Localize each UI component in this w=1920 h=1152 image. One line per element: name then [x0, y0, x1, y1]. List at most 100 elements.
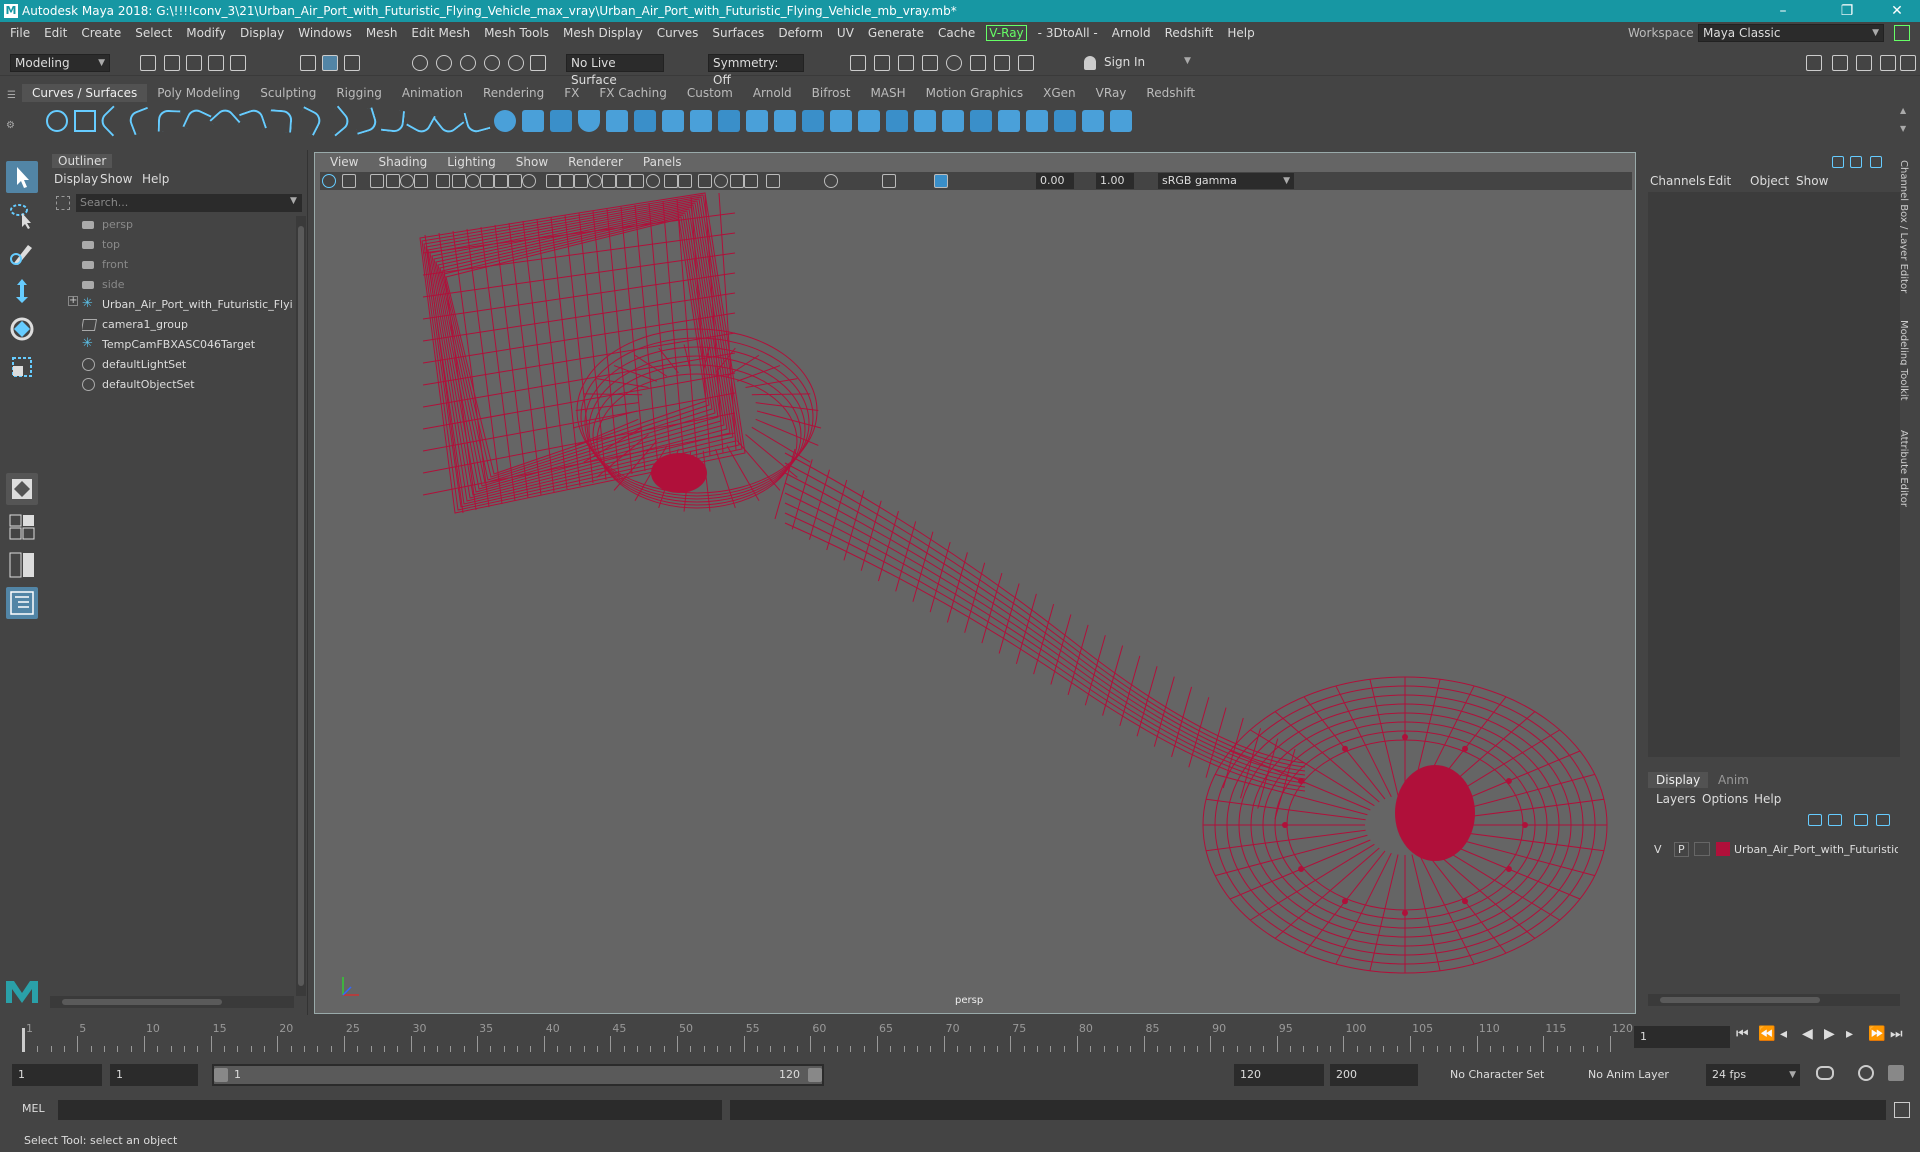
menu-mesh[interactable]: Mesh [359, 26, 405, 40]
resolution-gate-icon[interactable] [466, 174, 480, 188]
motion-blur-icon[interactable] [646, 174, 660, 188]
redo-icon[interactable] [230, 55, 246, 71]
snap-grid-icon[interactable] [412, 55, 428, 71]
viewport-menu-view[interactable]: View [320, 155, 368, 171]
stitch-icon[interactable] [1026, 110, 1048, 132]
field-chart-icon[interactable] [494, 174, 508, 188]
curve-project-icon[interactable] [463, 107, 491, 135]
insert-isoparm-icon[interactable] [942, 110, 964, 132]
viewport-menu-lighting[interactable]: Lighting [437, 155, 506, 171]
nurbs-cube-icon[interactable] [522, 110, 544, 132]
xray-active-icon[interactable] [744, 174, 758, 188]
snap-curve-icon[interactable] [436, 55, 452, 71]
menu-display[interactable]: Display [233, 26, 291, 40]
sign-in-button[interactable]: Sign In ▼ [1084, 54, 1196, 72]
playback-end-field[interactable]: 120 [1234, 1064, 1324, 1086]
four-layout-icon[interactable] [6, 511, 38, 543]
outliner-vertical-scrollbar[interactable] [296, 216, 306, 996]
channel-menu-show[interactable]: Show [1796, 174, 1828, 188]
mode-dropdown[interactable]: Modeling ▼ [10, 54, 110, 72]
rebuild-surface-icon[interactable] [998, 110, 1020, 132]
menu-file[interactable]: File [3, 26, 37, 40]
outliner-item-defaultlightset[interactable]: defaultLightSet [82, 356, 292, 374]
shelf-tab-arnold[interactable]: Arnold [743, 84, 802, 102]
shelf-tab-poly-modeling[interactable]: Poly Modeling [147, 84, 250, 102]
new-layer-icon[interactable] [1854, 814, 1868, 826]
birail-icon[interactable] [774, 110, 796, 132]
menu-edit-mesh[interactable]: Edit Mesh [404, 26, 477, 40]
pencil-curve-icon[interactable] [126, 106, 156, 136]
menu-mesh-tools[interactable]: Mesh Tools [477, 26, 556, 40]
anim-layer-dropdown[interactable]: No Anim Layer [1582, 1064, 1698, 1086]
range-end-thumb[interactable] [808, 1068, 822, 1082]
channel-menu-channels[interactable]: Channels [1650, 174, 1706, 188]
minimize-button[interactable]: – [1760, 0, 1806, 22]
hypershade-icon[interactable] [946, 55, 962, 71]
grid-icon[interactable] [436, 174, 450, 188]
colorspace-dropdown[interactable]: sRGB gamma ▼ [1158, 173, 1294, 189]
isolate-icon[interactable] [698, 174, 712, 188]
shelf-tab-redshift[interactable]: Redshift [1136, 84, 1205, 102]
script-editor-icon[interactable] [1894, 1102, 1910, 1118]
play-back-icon[interactable]: ◀ [1802, 1026, 1813, 1042]
shelf-tab-custom[interactable]: Custom [677, 84, 743, 102]
exposure-field[interactable]: 0.00 [1036, 173, 1074, 189]
command-input[interactable] [58, 1100, 722, 1120]
shelf-tab-fx-caching[interactable]: FX Caching [589, 84, 676, 102]
scale-tool-icon[interactable] [6, 351, 38, 383]
gamma-field[interactable]: 1.00 [1096, 173, 1134, 189]
channel-menu-object[interactable]: Object [1750, 174, 1789, 188]
menu-edit[interactable]: Edit [37, 26, 74, 40]
new-scene-icon[interactable] [140, 55, 156, 71]
untrim-icon[interactable] [914, 110, 936, 132]
shelf-scroll-up-icon[interactable]: ▲ [1900, 106, 1906, 115]
color-manage-icon[interactable] [934, 174, 948, 188]
menu-create[interactable]: Create [74, 26, 128, 40]
maximize-button[interactable]: ❐ [1824, 0, 1870, 22]
wireframe-icon[interactable] [546, 174, 560, 188]
outliner-item-camera1-group[interactable]: camera1_group [82, 316, 292, 334]
shelf-tab-rendering[interactable]: Rendering [473, 84, 554, 102]
boundary-icon[interactable] [802, 110, 824, 132]
menu-mesh-display[interactable]: Mesh Display [556, 26, 650, 40]
select-object-icon[interactable] [322, 55, 338, 71]
snap-projected-icon[interactable] [484, 55, 500, 71]
pin-icon[interactable] [1870, 156, 1882, 168]
display-mode-icon[interactable] [1832, 156, 1844, 168]
menu-help[interactable]: Help [1220, 26, 1261, 40]
snap-point-icon[interactable] [460, 55, 476, 71]
outliner-menu-show[interactable]: Show [100, 172, 132, 186]
editor-icon[interactable] [1850, 156, 1862, 168]
new-layer-selected-icon[interactable] [1876, 814, 1890, 826]
menu-uv[interactable]: UV [830, 26, 861, 40]
layer-horizontal-scrollbar[interactable] [1648, 994, 1900, 1006]
current-frame-field[interactable]: 1 [1634, 1026, 1730, 1048]
lights-icon[interactable] [602, 174, 616, 188]
shelf-handle[interactable]: ☰ ⚙ [0, 80, 20, 140]
nurbs-plane-icon[interactable] [606, 110, 628, 132]
render-view-icon[interactable] [850, 55, 866, 71]
layer-menu-layers[interactable]: Layers [1656, 792, 1696, 806]
shelf-tab-animation[interactable]: Animation [392, 84, 473, 102]
close-button[interactable]: ✕ [1874, 0, 1920, 22]
menu-vray[interactable]: V-Ray [986, 25, 1027, 41]
outliner-search-input[interactable]: Search... [76, 194, 302, 212]
screen-ao-icon[interactable] [630, 174, 644, 188]
perspective-viewport[interactable]: persp [314, 152, 1636, 1014]
shelf-tab-mash[interactable]: MASH [860, 84, 915, 102]
menu-select[interactable]: Select [128, 26, 179, 40]
film-gate-icon[interactable] [452, 174, 466, 188]
go-to-end-icon[interactable]: ⏭ [1890, 1026, 1903, 1042]
channel-box-toggle-icon[interactable] [1880, 55, 1896, 71]
play-forward-icon[interactable]: ▶ [1824, 1026, 1835, 1042]
two-layout-icon[interactable] [6, 549, 38, 581]
curve-attach-icon[interactable] [294, 106, 324, 136]
auto-key-icon[interactable] [1858, 1065, 1874, 1081]
shelf-tab-curves-surfaces[interactable]: Curves / Surfaces [22, 84, 148, 102]
step-back-frame-icon[interactable]: ◂ [1780, 1026, 1787, 1042]
bezier-curve-icon[interactable] [157, 109, 181, 133]
chevron-down-icon[interactable]: ▼ [290, 196, 297, 206]
layer-playback-toggle[interactable]: P [1674, 842, 1689, 857]
extrude-icon[interactable] [746, 110, 768, 132]
range-start-thumb[interactable] [214, 1068, 228, 1082]
